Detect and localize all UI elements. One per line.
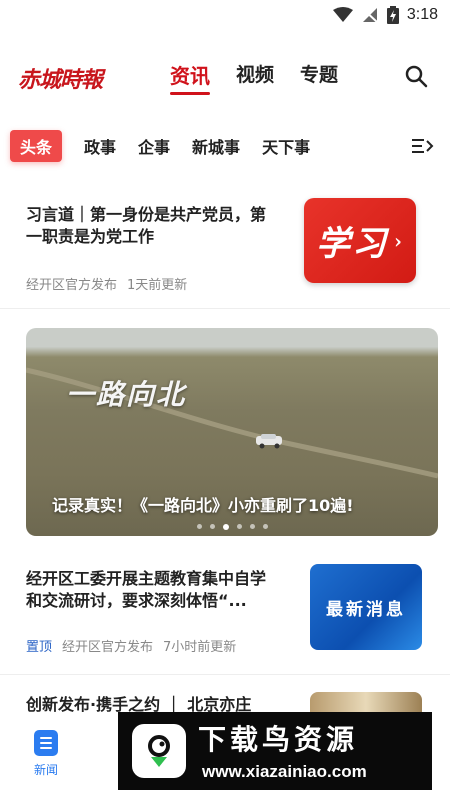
nav-label: 新闻 (33, 763, 58, 777)
carousel-dot[interactable] (262, 524, 268, 529)
article-time: 7小时前更新 (163, 640, 237, 655)
status-icons: 3:18 (332, 6, 438, 24)
channel-world[interactable]: 天下事 (262, 134, 310, 158)
tab-news-info[interactable]: 资讯 (170, 60, 210, 95)
clock-time: 3:18 (406, 6, 438, 23)
watermark-title: 下载鸟资源 (198, 723, 359, 756)
article-meta: 经开区官方发布 1天前更新 (26, 274, 197, 293)
pinned-badge: 置顶 (26, 640, 53, 655)
chevron-right-icon: › (394, 228, 404, 253)
article-meta: 置顶 经开区官方发布 7小时前更新 (26, 636, 246, 655)
app-header: 赤城時報 资讯 视频 专题 (0, 52, 450, 102)
watermark-url: www.xiazainiao.com (202, 762, 367, 781)
banner-carousel[interactable]: 一路向北 记录真实！《一路向北》小亦重刷了10遍! (26, 328, 438, 536)
news-icon (34, 730, 58, 756)
tab-topics[interactable]: 专题 (300, 60, 338, 95)
nav-item-news[interactable]: 新闻 (24, 730, 68, 778)
carousel-dot[interactable] (209, 524, 215, 529)
carousel-dot[interactable] (236, 524, 242, 529)
watermark-ad: 下载鸟资源 www.xiazainiao.com (118, 712, 432, 790)
thumbnail-text: 最新消息 (326, 599, 406, 620)
no-signal-icon (362, 8, 378, 23)
channel-headlines[interactable]: 头条 (10, 130, 63, 162)
article-source: 经开区官方发布 (62, 640, 154, 655)
tab-video[interactable]: 视频 (236, 60, 274, 95)
carousel-dot-active[interactable] (222, 524, 229, 530)
channel-business[interactable]: 企事 (138, 134, 170, 158)
channel-politics[interactable]: 政事 (84, 134, 116, 158)
app-logo: 赤城時報 (18, 67, 103, 93)
news-item[interactable]: 习言道｜第一身份是共产党员，第一职责是为党工作 经开区官方发布 1天前更新 学习 › (26, 198, 426, 298)
wifi-icon (332, 7, 353, 22)
article-title: 经开区工委开展主题教育集中自学和交流研讨，要求深刻体悟“... (26, 569, 267, 610)
search-icon[interactable] (404, 64, 428, 88)
article-thumbnail: 学习 › (304, 198, 416, 283)
divider (0, 308, 450, 309)
banner-overlay-title: 一路向北 (66, 378, 187, 411)
article-source: 经开区官方发布 (26, 278, 118, 293)
top-tab-bar: 资讯 视频 专题 (170, 60, 338, 95)
carousel-dot[interactable] (249, 524, 255, 529)
carousel-indicator (26, 524, 438, 530)
article-title: 习言道｜第一身份是共产党员，第一职责是为党工作 (26, 205, 267, 246)
bird-logo-icon (132, 724, 186, 778)
channel-new-city[interactable]: 新城事 (192, 134, 240, 158)
channel-tab-bar: 头条 政事 企事 新城事 天下事 (10, 130, 440, 162)
divider (0, 674, 450, 675)
banner-caption: 记录真实！《一路向北》小亦重刷了10遍! (52, 496, 354, 515)
article-thumbnail: 最新消息 (310, 564, 422, 650)
thumbnail-text: 学习 (316, 224, 388, 264)
more-channels-icon[interactable] (410, 134, 434, 158)
article-time: 1天前更新 (127, 278, 188, 293)
status-bar: 3:18 (0, 0, 450, 34)
battery-charging-icon (386, 6, 399, 24)
carousel-dot[interactable] (196, 524, 202, 529)
news-item[interactable]: 经开区工委开展主题教育集中自学和交流研讨，要求深刻体悟“... 置顶 经开区官方发… (26, 564, 426, 664)
